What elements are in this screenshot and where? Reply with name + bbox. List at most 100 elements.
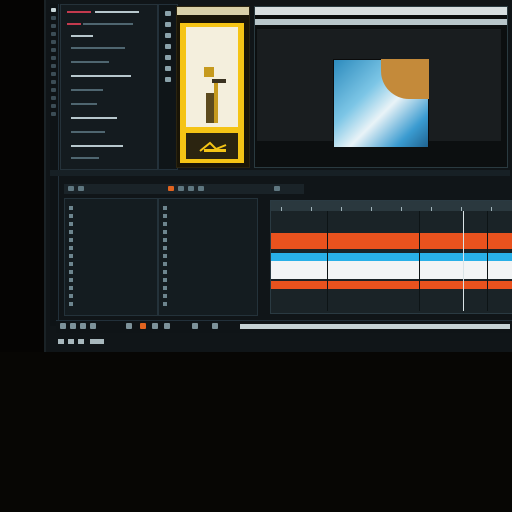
list-item[interactable] — [69, 221, 76, 226]
stopwatch-icon[interactable] — [165, 77, 171, 82]
list-item[interactable] — [69, 229, 76, 234]
list-item[interactable] — [69, 237, 76, 242]
list-item[interactable] — [69, 269, 76, 274]
audio-clip-track[interactable] — [271, 253, 512, 261]
list-item[interactable] — [163, 285, 170, 290]
marker-icon[interactable] — [168, 186, 174, 191]
list-item[interactable] — [69, 213, 76, 218]
type-tool-icon[interactable] — [51, 64, 56, 68]
slip-tool-icon[interactable] — [51, 40, 56, 44]
list-item[interactable] — [69, 301, 76, 306]
stopwatch-icon[interactable] — [165, 55, 171, 60]
list-item[interactable] — [163, 213, 170, 218]
list-item[interactable] — [69, 293, 76, 298]
source-monitor[interactable] — [176, 6, 250, 168]
list-item[interactable] — [163, 229, 170, 234]
clip-edit-point[interactable] — [327, 211, 328, 311]
loop-icon[interactable] — [126, 323, 132, 329]
hand-tool-icon[interactable] — [51, 56, 56, 60]
rolling-edit-tool-icon[interactable] — [51, 96, 56, 100]
export-icon[interactable] — [212, 323, 218, 329]
panel-separator[interactable] — [50, 170, 510, 176]
title-clip-track[interactable] — [271, 261, 512, 279]
clip-edit-point[interactable] — [419, 211, 420, 311]
list-item[interactable] — [163, 301, 170, 306]
property-slider[interactable] — [71, 131, 105, 133]
list-item[interactable] — [163, 245, 170, 250]
list-item[interactable] — [69, 205, 76, 210]
pen-tool-icon[interactable] — [51, 48, 56, 52]
search-icon[interactable] — [198, 186, 204, 191]
rate-stretch-tool-icon[interactable] — [51, 80, 56, 84]
effect-controls-panel — [60, 4, 158, 170]
video-clip-track[interactable] — [271, 233, 512, 249]
step-back-icon[interactable] — [80, 323, 86, 329]
icon-view-icon[interactable] — [78, 186, 84, 191]
list-item[interactable] — [163, 221, 170, 226]
reset-icon[interactable] — [165, 22, 171, 27]
property-slider[interactable] — [71, 89, 103, 91]
list-item[interactable] — [163, 205, 170, 210]
new-bin-icon[interactable] — [178, 186, 184, 191]
new-item-icon[interactable] — [188, 186, 194, 191]
source-frame — [180, 23, 244, 163]
ruler-tick — [371, 207, 372, 211]
record-icon[interactable] — [140, 323, 146, 329]
list-item[interactable] — [163, 269, 170, 274]
music-clip-track[interactable] — [271, 281, 512, 289]
timeline-ruler[interactable] — [271, 201, 512, 211]
property-track — [83, 23, 133, 25]
list-item[interactable] — [69, 245, 76, 250]
program-canvas — [257, 29, 501, 153]
timeline-panel[interactable] — [270, 200, 512, 314]
step-forward-icon[interactable] — [90, 323, 96, 329]
property-slider[interactable] — [71, 117, 117, 119]
property-slider[interactable] — [71, 47, 125, 49]
stopwatch-icon[interactable] — [165, 11, 171, 16]
property-slider[interactable] — [71, 157, 99, 159]
stopwatch-icon[interactable] — [165, 33, 171, 38]
panel-tab[interactable] — [95, 11, 139, 13]
list-item[interactable] — [69, 285, 76, 290]
list-item[interactable] — [69, 261, 76, 266]
list-item[interactable] — [69, 277, 76, 282]
status-label — [90, 339, 104, 344]
timeline-scrollbar[interactable] — [240, 324, 510, 329]
playhead[interactable] — [463, 211, 464, 311]
ruler-tick — [461, 207, 462, 211]
panel-tab-active[interactable] — [67, 11, 91, 13]
in-point-icon[interactable] — [164, 323, 170, 329]
source-preview-image — [186, 27, 238, 127]
property-slider[interactable] — [71, 145, 123, 147]
property-slider[interactable] — [71, 103, 97, 105]
list-item[interactable] — [163, 237, 170, 242]
list-item[interactable] — [69, 253, 76, 258]
clip-edit-point[interactable] — [487, 211, 488, 311]
reset-icon[interactable] — [165, 44, 171, 49]
zoom-tool-icon[interactable] — [51, 72, 56, 76]
marker-icon[interactable] — [152, 323, 158, 329]
list-item[interactable] — [163, 253, 170, 258]
tool-rail — [50, 4, 59, 326]
property-slider[interactable] — [71, 75, 131, 77]
property-slider[interactable] — [71, 61, 109, 63]
slide-tool-icon[interactable] — [51, 88, 56, 92]
track-select-backward-icon[interactable] — [51, 112, 56, 116]
reset-icon[interactable] — [165, 66, 171, 71]
ripple-tool-icon[interactable] — [51, 24, 56, 28]
list-item[interactable] — [163, 277, 170, 282]
play-icon[interactable] — [60, 323, 66, 329]
program-monitor[interactable] — [254, 6, 508, 168]
track-select-tool-icon[interactable] — [51, 16, 56, 20]
list-item[interactable] — [163, 261, 170, 266]
stop-icon[interactable] — [70, 323, 76, 329]
settings-icon[interactable] — [274, 186, 280, 191]
ruler-tick — [341, 207, 342, 211]
out-point-icon[interactable] — [192, 323, 198, 329]
shape-tool-icon[interactable] — [51, 104, 56, 108]
list-view-icon[interactable] — [68, 186, 74, 191]
razor-tool-icon[interactable] — [51, 32, 56, 36]
list-item[interactable] — [163, 293, 170, 298]
select-tool-icon[interactable] — [51, 8, 56, 12]
program-monitor-toolbar — [255, 19, 507, 25]
